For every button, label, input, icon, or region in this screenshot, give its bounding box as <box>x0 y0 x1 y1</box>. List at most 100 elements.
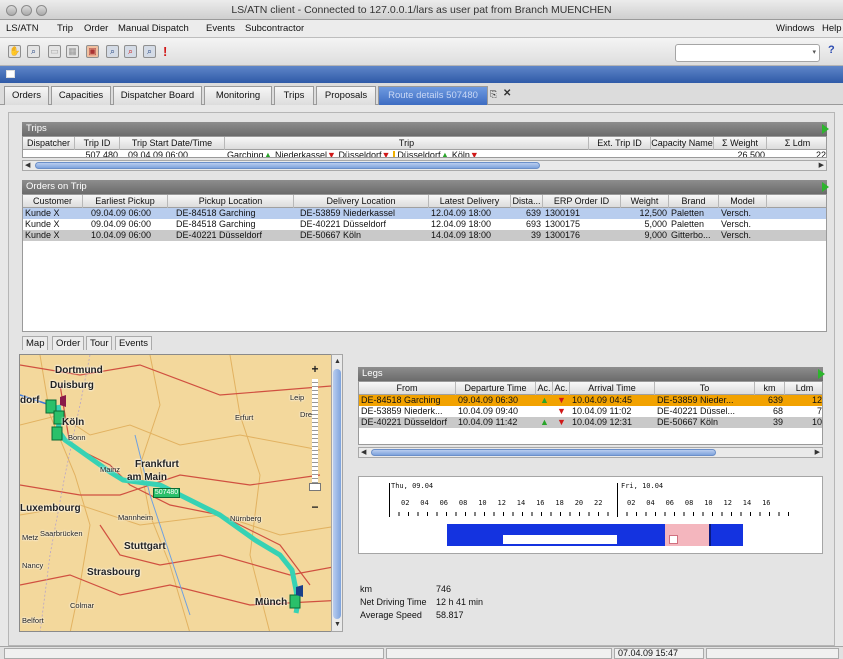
order-row[interactable]: Kunde X 09.04.09 06:00 DE-84518 Garching… <box>23 219 826 230</box>
col-action[interactable]: Ac. <box>536 382 553 395</box>
menu-windows[interactable]: Windows <box>776 23 815 34</box>
trip-marker-label[interactable]: 507480 <box>153 488 180 498</box>
detach-tab-icon[interactable]: ⎘ <box>490 89 497 100</box>
scroll-up-icon[interactable]: ▲ <box>334 357 341 366</box>
order-weight: 9,000 <box>644 230 667 240</box>
col-action[interactable]: Ac. <box>553 382 570 395</box>
subtab-order[interactable]: Order <box>52 336 85 350</box>
order-row[interactable]: Kunde X 10.04.09 06:00 DE-40221 Düsseldo… <box>23 230 826 241</box>
subtab-tour[interactable]: Tour <box>86 336 113 350</box>
col-brand[interactable]: Brand <box>669 195 719 208</box>
tab-route-details[interactable]: Route details 507480 <box>378 86 488 105</box>
menu-events[interactable]: Events <box>206 23 235 34</box>
scroll-left-icon[interactable]: ◀ <box>361 448 366 457</box>
zoom-in-icon[interactable]: + <box>308 363 322 375</box>
route-map[interactable]: 507480 Dortmund Duisburg dorf Köln Bonn … <box>19 354 343 632</box>
trips-scrollbar[interactable]: ◀ ▶ <box>22 160 827 171</box>
zoom-slider[interactable] <box>312 379 318 483</box>
alert-icon[interactable]: ! <box>163 44 167 59</box>
menu-order[interactable]: Order <box>84 23 108 34</box>
scroll-thumb[interactable] <box>371 449 716 456</box>
col-ldm[interactable]: Ldm <box>785 382 822 395</box>
tab-trips[interactable]: Trips <box>274 86 314 105</box>
expand-orders-icon[interactable] <box>822 182 829 192</box>
col-to[interactable]: To <box>655 382 755 395</box>
scroll-thumb[interactable] <box>333 369 341 619</box>
col-weight[interactable]: Weight <box>621 195 669 208</box>
tab-orders[interactable]: Orders <box>4 86 49 105</box>
order-pickup-location: DE-40221 Düsseldorf <box>176 230 263 240</box>
tab-monitoring[interactable]: Monitoring <box>204 86 272 105</box>
trip-row[interactable]: 507,480 09.04.09 06:00 Garching▲ Niederk… <box>23 150 826 157</box>
leg-row[interactable]: DE-84518 Garching 09.04.09 06:30 ▲ ▼ 10.… <box>359 395 822 406</box>
zoom-slider-handle[interactable] <box>309 483 321 491</box>
scroll-left-icon[interactable]: ◀ <box>25 161 30 170</box>
zoom-icon[interactable]: ⌕ <box>27 45 40 58</box>
tab-dispatcher-board[interactable]: Dispatcher Board <box>113 86 202 105</box>
help-icon[interactable]: ? <box>828 44 835 56</box>
grid-icon[interactable]: ▦ <box>66 45 79 58</box>
hand-icon[interactable]: ✋ <box>8 45 21 58</box>
legs-scrollbar[interactable]: ◀ ▶ <box>358 447 823 458</box>
tab-proposals[interactable]: Proposals <box>316 86 376 105</box>
scroll-right-icon[interactable]: ▶ <box>815 448 820 457</box>
trips-table: Dispatcher Trip ID Trip Start Date/Time … <box>22 136 827 158</box>
col-km[interactable]: km <box>755 382 785 395</box>
search-icon[interactable]: ⌕ <box>106 45 119 58</box>
col-dispatcher[interactable]: Dispatcher <box>23 137 75 150</box>
toolbar-combo[interactable]: ▾ <box>675 44 820 62</box>
col-delivery-location[interactable]: Delivery Location <box>294 195 429 208</box>
col-capacity-name[interactable]: Capacity Name <box>651 137 714 150</box>
col-customer[interactable]: Customer <box>23 195 83 208</box>
search-red-icon[interactable]: ⌕ <box>124 45 137 58</box>
col-erp-order-id[interactable]: ERP Order ID <box>543 195 621 208</box>
col-departure[interactable]: Departure Time <box>456 382 536 395</box>
menu-lsatn[interactable]: LS/ATN <box>6 23 39 34</box>
menu-help[interactable]: Help <box>822 23 842 34</box>
expand-trips-icon[interactable] <box>822 124 829 134</box>
stat-speed-value: 58.817 <box>436 610 464 620</box>
leg-row[interactable]: DE-40221 Düsseldorf 10.04.09 11:42 ▲ ▼ 1… <box>359 417 822 428</box>
timeline-bar-drive[interactable] <box>709 524 743 546</box>
order-erp-id: 1300191 <box>545 208 581 218</box>
col-weight[interactable]: Σ Weight <box>714 137 767 150</box>
col-ext-trip-id[interactable]: Ext. Trip ID <box>589 137 651 150</box>
col-model[interactable]: Model <box>719 195 767 208</box>
order-row[interactable]: Kunde X 09.04.09 06:00 DE-84518 Garching… <box>23 208 826 219</box>
col-trip[interactable]: Trip <box>225 137 589 150</box>
expand-legs-icon[interactable] <box>818 369 825 379</box>
stat-drive-label: Net Driving Time <box>360 597 427 607</box>
scroll-thumb[interactable] <box>35 162 540 169</box>
trips-header: Trips <box>22 122 827 136</box>
close-tab-icon[interactable]: ✕ <box>503 88 511 99</box>
col-arrival[interactable]: Arrival Time <box>570 382 655 395</box>
subtab-events[interactable]: Events <box>115 336 153 350</box>
leg-row[interactable]: DE-53859 Niederk... 10.04.09 09:40 ▼ 10.… <box>359 406 822 417</box>
col-earliest-pickup[interactable]: Earliest Pickup <box>83 195 168 208</box>
trip-icon[interactable]: ▭ <box>48 45 61 58</box>
scroll-down-icon[interactable]: ▼ <box>334 620 341 629</box>
tab-capacities[interactable]: Capacities <box>51 86 111 105</box>
col-trip-start[interactable]: Trip Start Date/Time <box>120 137 225 150</box>
col-pickup-location[interactable]: Pickup Location <box>168 195 294 208</box>
subtab-map[interactable]: Map <box>22 336 49 350</box>
col-distance[interactable]: Dista... <box>511 195 543 208</box>
timeline-bar-rest[interactable] <box>503 535 617 544</box>
col-trip-id[interactable]: Trip ID <box>75 137 120 150</box>
status-field <box>386 648 612 659</box>
search-blue-icon[interactable]: ⌕ <box>143 45 156 58</box>
status-bar: 07.04.09 15:47 <box>0 646 843 659</box>
menu-subcontractor[interactable]: Subcontractor <box>245 23 304 34</box>
frame-icon[interactable] <box>6 70 15 78</box>
timeline-hour-label: 04 <box>420 499 429 507</box>
menu-trip[interactable]: Trip <box>57 23 73 34</box>
scroll-right-icon[interactable]: ▶ <box>819 161 824 170</box>
truck-icon[interactable]: ▣ <box>86 45 99 58</box>
delivery-arrow-icon: ▼ <box>557 417 566 427</box>
col-from[interactable]: From <box>359 382 456 395</box>
map-vscrollbar[interactable]: ▲ ▼ <box>331 354 343 632</box>
col-latest-delivery[interactable]: Latest Delivery <box>429 195 511 208</box>
col-ldm[interactable]: Σ Ldm <box>767 137 826 150</box>
zoom-out-icon[interactable]: − <box>308 501 322 513</box>
menu-manual-dispatch[interactable]: Manual Dispatch <box>118 23 189 34</box>
